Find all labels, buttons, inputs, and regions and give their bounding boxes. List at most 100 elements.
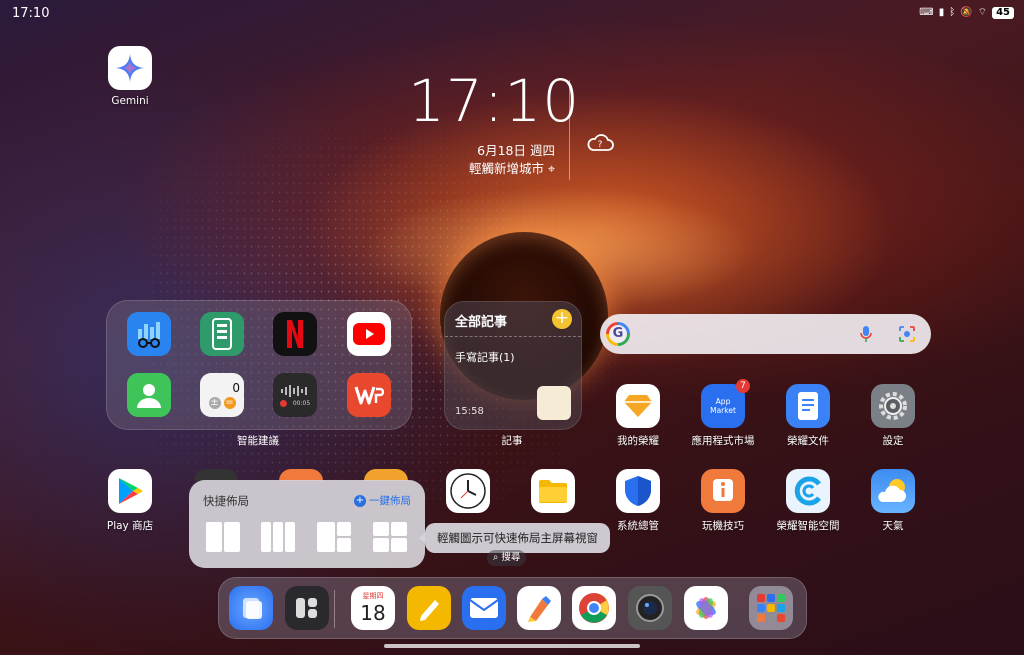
notes-widget[interactable]: 全部記事 + 手寫記事(1) 15:58	[444, 301, 582, 430]
status-icons: ⌨ ▮ ᛒ 🔕 ⌔ 45	[919, 6, 1014, 19]
youtube-app-icon[interactable]	[347, 312, 391, 356]
dock-email-icon[interactable]	[462, 586, 506, 630]
svg-text:?: ?	[598, 140, 603, 150]
search-pill[interactable]: ⌕ 搜尋	[487, 550, 527, 566]
document-icon	[786, 384, 830, 428]
dock-themes-icon[interactable]	[517, 586, 561, 630]
battery-indicator: 45	[992, 6, 1014, 19]
clock-date: 6月18日 週四	[477, 143, 555, 158]
suggestions-folder-label: 智能建議	[237, 435, 279, 447]
notes-divider	[445, 336, 581, 337]
app-tips[interactable]: 玩機技巧	[680, 469, 766, 533]
app-label: 榮耀智能空間	[776, 520, 840, 532]
layout-two-columns-option[interactable]	[206, 522, 240, 552]
layout-three-columns-option[interactable]	[261, 522, 295, 552]
dock-notes-icon[interactable]	[407, 586, 451, 630]
plus-minus-icon: ±	[208, 397, 221, 409]
app-weather[interactable]: 天氣	[850, 469, 936, 533]
home-indicator[interactable]	[384, 644, 640, 648]
tips-icon	[701, 469, 745, 513]
search-logo-letter: G	[609, 325, 627, 343]
phone-clone-app-icon[interactable]	[200, 312, 244, 356]
status-time: 17:10	[12, 6, 50, 21]
app-label: Play 商店	[106, 520, 154, 532]
app-market-icon: 7 App Market	[701, 379, 750, 428]
lens-camera-icon[interactable]	[898, 325, 916, 343]
gemini-icon	[108, 46, 152, 90]
notes-widget-title: 全部記事	[455, 315, 508, 330]
app-files[interactable]	[510, 469, 596, 513]
add-note-button[interactable]: +	[552, 309, 572, 329]
recorder-time: 00:05	[292, 399, 311, 407]
app-label: Gemini	[111, 95, 149, 107]
contacts-app-icon[interactable]	[127, 373, 171, 417]
calculator-display: 0	[232, 381, 240, 395]
location-pin-icon: ⌖	[543, 161, 555, 176]
diamond-icon	[616, 384, 660, 428]
dock-camera-icon[interactable]	[628, 586, 672, 630]
wps-office-app-icon[interactable]	[347, 373, 391, 417]
app-gemini[interactable]: Gemini	[87, 46, 173, 107]
bluetooth-icon: ᛒ	[949, 7, 956, 18]
microphone-icon[interactable]	[859, 325, 873, 343]
netflix-app-icon[interactable]	[273, 312, 317, 356]
app-honor-docs[interactable]: 榮耀文件	[765, 384, 851, 448]
notes-item-thumbnail	[537, 386, 571, 420]
layout-four-grid-option[interactable]	[373, 522, 407, 552]
app-label: 榮耀文件	[787, 435, 829, 447]
notes-item[interactable]: 手寫記事(1)	[455, 349, 515, 365]
search-engine-logo-icon: G	[606, 322, 630, 346]
layout-tooltip: 輕觸圖示可快速佈局主屏幕視窗	[419, 523, 610, 553]
calendar-weekday: 星期四	[362, 591, 384, 600]
clock-icon	[446, 469, 490, 513]
mute-icon: 🔕	[960, 7, 973, 18]
smart-space-icon	[786, 469, 830, 513]
notes-widget-label: 記事	[501, 435, 523, 447]
weather-cloud-icon[interactable]: ?	[586, 130, 614, 154]
app-label: 天氣	[882, 520, 904, 532]
one-tap-layout-button[interactable]: + 一鍵佈局	[354, 493, 411, 508]
app-label: 玩機技巧	[702, 520, 744, 532]
clock-location[interactable]: 輕觸新增城市 ⌖	[430, 158, 555, 177]
weather-icon	[871, 469, 915, 513]
calendar-day: 18	[360, 600, 386, 625]
one-tap-layout-label: 一鍵佈局	[369, 495, 411, 507]
app-settings[interactable]: 設定	[850, 384, 936, 448]
suggestions-folder[interactable]: 0 ± = 00:05	[106, 300, 412, 430]
recorder-app-icon[interactable]: 00:05	[273, 373, 317, 417]
dock-gallery-icon[interactable]	[684, 586, 728, 630]
dock-widgets-icon[interactable]	[285, 586, 329, 630]
record-dot-icon	[279, 399, 287, 407]
clock-location-text: 輕觸新增城市	[468, 161, 544, 176]
screen-time-app-icon[interactable]	[127, 312, 171, 356]
play-store-icon	[108, 469, 152, 513]
equals-icon: =	[223, 397, 236, 409]
app-play-store[interactable]: Play 商店	[87, 469, 173, 533]
notification-badge: 7	[736, 379, 750, 393]
dock-recent-apps-icon[interactable]	[229, 586, 273, 630]
app-label: 設定	[882, 435, 904, 447]
gear-icon	[871, 384, 915, 428]
clock-time[interactable]: 17:10	[408, 66, 580, 136]
app-label: 應用程式市場	[691, 435, 755, 447]
notes-item-time: 15:58	[455, 406, 484, 417]
dock-app-folder-icon[interactable]	[749, 586, 793, 630]
calculator-app-icon[interactable]: 0 ± =	[200, 373, 244, 417]
folder-icon	[531, 469, 575, 513]
app-my-honor[interactable]: 我的榮耀	[595, 384, 681, 448]
keyboard-icon: ⌨	[919, 7, 934, 18]
app-honor-smart-space[interactable]: 榮耀智能空間	[765, 469, 851, 533]
dock-divider	[334, 590, 335, 628]
dock-chrome-icon[interactable]	[572, 586, 616, 630]
add-icon: +	[354, 494, 366, 507]
dock-calendar-icon[interactable]: 星期四 18	[351, 586, 395, 630]
app-clock[interactable]	[425, 469, 511, 513]
app-system-manager[interactable]: 系統總管	[595, 469, 681, 533]
layout-left-one-right-two-option[interactable]	[317, 522, 351, 552]
app-label: 我的榮耀	[617, 435, 659, 447]
search-bar[interactable]: G	[600, 314, 931, 354]
quick-layout-panel: 快捷佈局 + 一鍵佈局	[189, 480, 425, 568]
shield-icon	[616, 469, 660, 513]
app-app-market[interactable]: 7 App Market 應用程式市場	[680, 379, 766, 448]
signal-icon: ▮	[938, 7, 945, 18]
